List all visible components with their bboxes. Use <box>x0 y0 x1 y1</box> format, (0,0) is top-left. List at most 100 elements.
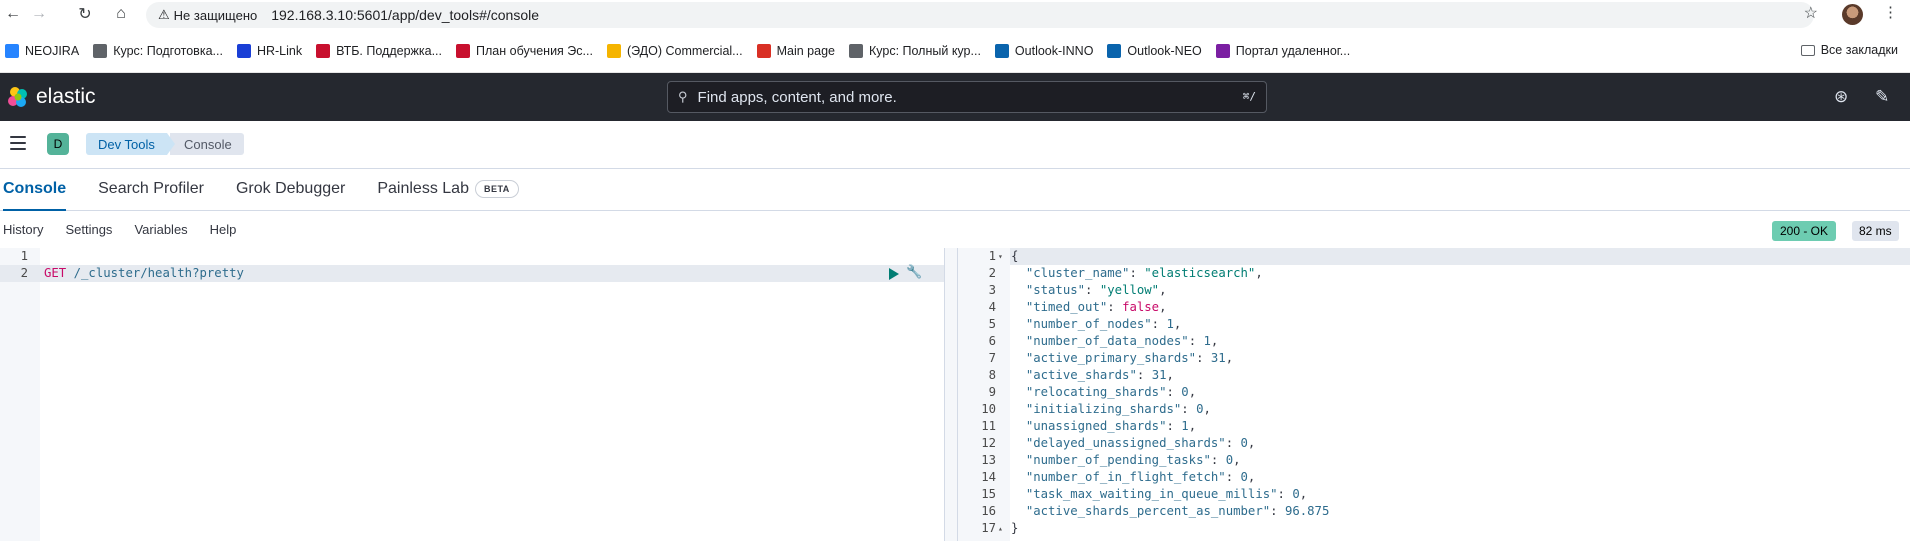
line-number: 12 <box>981 436 996 450</box>
line-number: 1 <box>20 249 28 263</box>
active-line-highlight <box>1010 248 1910 265</box>
json-value: 31 <box>1151 368 1167 382</box>
bookmark-label: Outlook-NEO <box>1127 43 1202 58</box>
json-key: "task_max_waiting_in_queue_millis" <box>1025 487 1278 501</box>
json-field-line: "delayed_unassigned_shards": 0, <box>1025 436 1256 450</box>
request-gutter <box>0 248 40 541</box>
json-field-line: "relocating_shards": 0, <box>1025 385 1197 399</box>
help-lifebuoy-icon[interactable]: ⊛ <box>1834 87 1848 107</box>
home-icon[interactable]: ⌂ <box>108 1 134 27</box>
menu-icon[interactable] <box>10 136 26 150</box>
json-value: 1 <box>1166 317 1174 331</box>
outlook-icon <box>994 43 1009 58</box>
json-value: false <box>1122 300 1160 314</box>
news-feed-icon[interactable]: ✎ <box>1875 87 1889 107</box>
fold-toggle-icon[interactable]: ▴ <box>998 524 1003 533</box>
tab-search-profiler[interactable]: Search Profiler <box>98 168 204 210</box>
line-number: 14 <box>981 470 996 484</box>
outlook-icon <box>1107 43 1122 58</box>
send-request-play-icon[interactable] <box>889 268 899 280</box>
url-text[interactable]: 192.168.3.10:5601/app/dev_tools#/console <box>271 7 539 23</box>
dev-tools-tabs: Console Search Profiler Grok Debugger Pa… <box>0 169 1910 211</box>
bookmark-item[interactable]: Outlook-NEO <box>1107 43 1202 58</box>
json-close-brace: } <box>1011 521 1019 535</box>
request-line[interactable]: GET /_cluster/health?pretty <box>44 265 244 282</box>
brand-name: elastic <box>36 85 96 108</box>
response-viewer[interactable]: 1 2 3 4 5 6 7 8 9 10 11 12 13 14 15 16 17 ▾ ▴{ "cluster_na… <box>958 248 1910 541</box>
variables-link[interactable]: Variables <box>134 222 187 237</box>
hrlink-icon <box>236 43 251 58</box>
json-field-line: "task_max_waiting_in_queue_millis": 0, <box>1025 487 1308 501</box>
json-key: "timed_out" <box>1025 300 1108 314</box>
bookmark-item[interactable]: ВТБ. Поддержка... <box>316 43 443 58</box>
history-link[interactable]: History <box>3 222 43 237</box>
beta-badge: BETA <box>474 180 519 198</box>
line-number: 9 <box>988 385 996 399</box>
status-badge: 200 - OK <box>1772 221 1837 241</box>
space-avatar[interactable]: D <box>47 133 69 155</box>
bookmark-item[interactable]: План обучения Эс... <box>456 43 593 58</box>
search-icon: ⚲ <box>678 89 688 104</box>
warning-icon: ⚠ <box>158 7 170 22</box>
bookmark-label: Курс: Полный кур... <box>868 43 981 58</box>
bookmark-item[interactable]: Курс: Полный кур... <box>848 43 981 58</box>
json-field-line: "number_of_nodes": 1, <box>1025 317 1182 331</box>
bookmark-item[interactable]: Outlook-INNO <box>994 43 1093 58</box>
breadcrumb-dev-tools[interactable]: Dev Tools <box>86 133 175 155</box>
all-bookmarks-button[interactable]: Все закладки <box>1800 43 1898 57</box>
reload-icon[interactable]: ↻ <box>72 1 98 27</box>
json-field-line: "active_shards": 31, <box>1025 368 1174 382</box>
json-value: 0 <box>1240 470 1248 484</box>
json-key: "number_of_in_flight_fetch" <box>1025 470 1226 484</box>
bookmark-label: HR-Link <box>256 43 303 58</box>
json-key: "number_of_pending_tasks" <box>1025 453 1211 467</box>
request-actions-wrench-icon[interactable]: 🔧 <box>906 265 922 280</box>
tab-painless-lab-label: Painless Lab <box>377 180 469 197</box>
bookmark-label: (ЭДО) Commercial... <box>626 43 743 58</box>
bookmark-item[interactable]: Курс: Подготовка... <box>93 43 223 58</box>
address-bar[interactable]: ⚠ Не защищено 192.168.3.10:5601/app/dev_… <box>146 2 1814 28</box>
json-value: "yellow" <box>1099 283 1160 297</box>
json-value: 96.875 <box>1284 504 1330 518</box>
json-key: "cluster_name" <box>1025 266 1130 280</box>
breadcrumb-console: Console <box>170 133 244 155</box>
browser-menu-icon[interactable]: ⋮ <box>1883 3 1898 21</box>
bookmark-item[interactable]: NEOJIRA <box>5 43 80 58</box>
security-label[interactable]: Не защищено <box>174 8 258 23</box>
request-editor[interactable]: 1 2 GET /_cluster/health?pretty 🔧 <box>0 248 944 541</box>
line-number: 1 <box>988 249 996 263</box>
bookmark-label: Курс: Подготовка... <box>113 43 223 58</box>
json-open-brace: { <box>1011 249 1019 263</box>
global-search-input[interactable]: ⚲ Find apps, content, and more. ⌘/ <box>667 81 1267 113</box>
help-link[interactable]: Help <box>210 222 237 237</box>
forward-icon[interactable]: → <box>26 1 52 27</box>
bookmark-item[interactable]: (ЭДО) Commercial... <box>606 43 743 58</box>
json-key: "initializing_shards" <box>1025 402 1182 416</box>
bookmark-label: ВТБ. Поддержка... <box>336 43 443 58</box>
json-value: 0 <box>1225 453 1234 467</box>
bookmark-star-icon[interactable]: ☆ <box>1804 3 1818 23</box>
line-number: 11 <box>981 419 996 433</box>
bookmark-item[interactable]: Main page <box>756 43 835 58</box>
tab-grok-debugger[interactable]: Grok Debugger <box>236 168 345 210</box>
line-number: 4 <box>988 300 996 314</box>
bookmark-label: NEOJIRA <box>25 43 80 58</box>
profile-avatar[interactable] <box>1842 4 1863 25</box>
console-toolbar: History Settings Variables Help 200 - OK… <box>0 211 1910 247</box>
json-key: "number_of_nodes" <box>1025 317 1152 331</box>
line-number: 2 <box>20 266 28 280</box>
tab-console[interactable]: Console <box>3 168 67 211</box>
pane-resizer[interactable] <box>944 248 958 541</box>
fold-toggle-icon[interactable]: ▾ <box>998 252 1003 261</box>
elastic-logo[interactable]: elastic <box>6 85 96 109</box>
tab-painless-lab[interactable]: Painless Lab BETA <box>377 168 519 210</box>
browser-toolbar: ← → ↻ ⌂ ⚠ Не защищено 192.168.3.10:5601/… <box>0 0 1910 29</box>
portal-icon <box>1215 43 1230 58</box>
line-number: 10 <box>981 402 996 416</box>
bookmark-item[interactable]: HR-Link <box>236 43 303 58</box>
settings-link[interactable]: Settings <box>65 222 112 237</box>
back-icon[interactable]: ← <box>0 1 26 27</box>
request-method: GET <box>44 266 67 280</box>
bookmark-item[interactable]: Портал удаленног... <box>1215 43 1350 58</box>
json-value: 0 <box>1196 402 1204 416</box>
